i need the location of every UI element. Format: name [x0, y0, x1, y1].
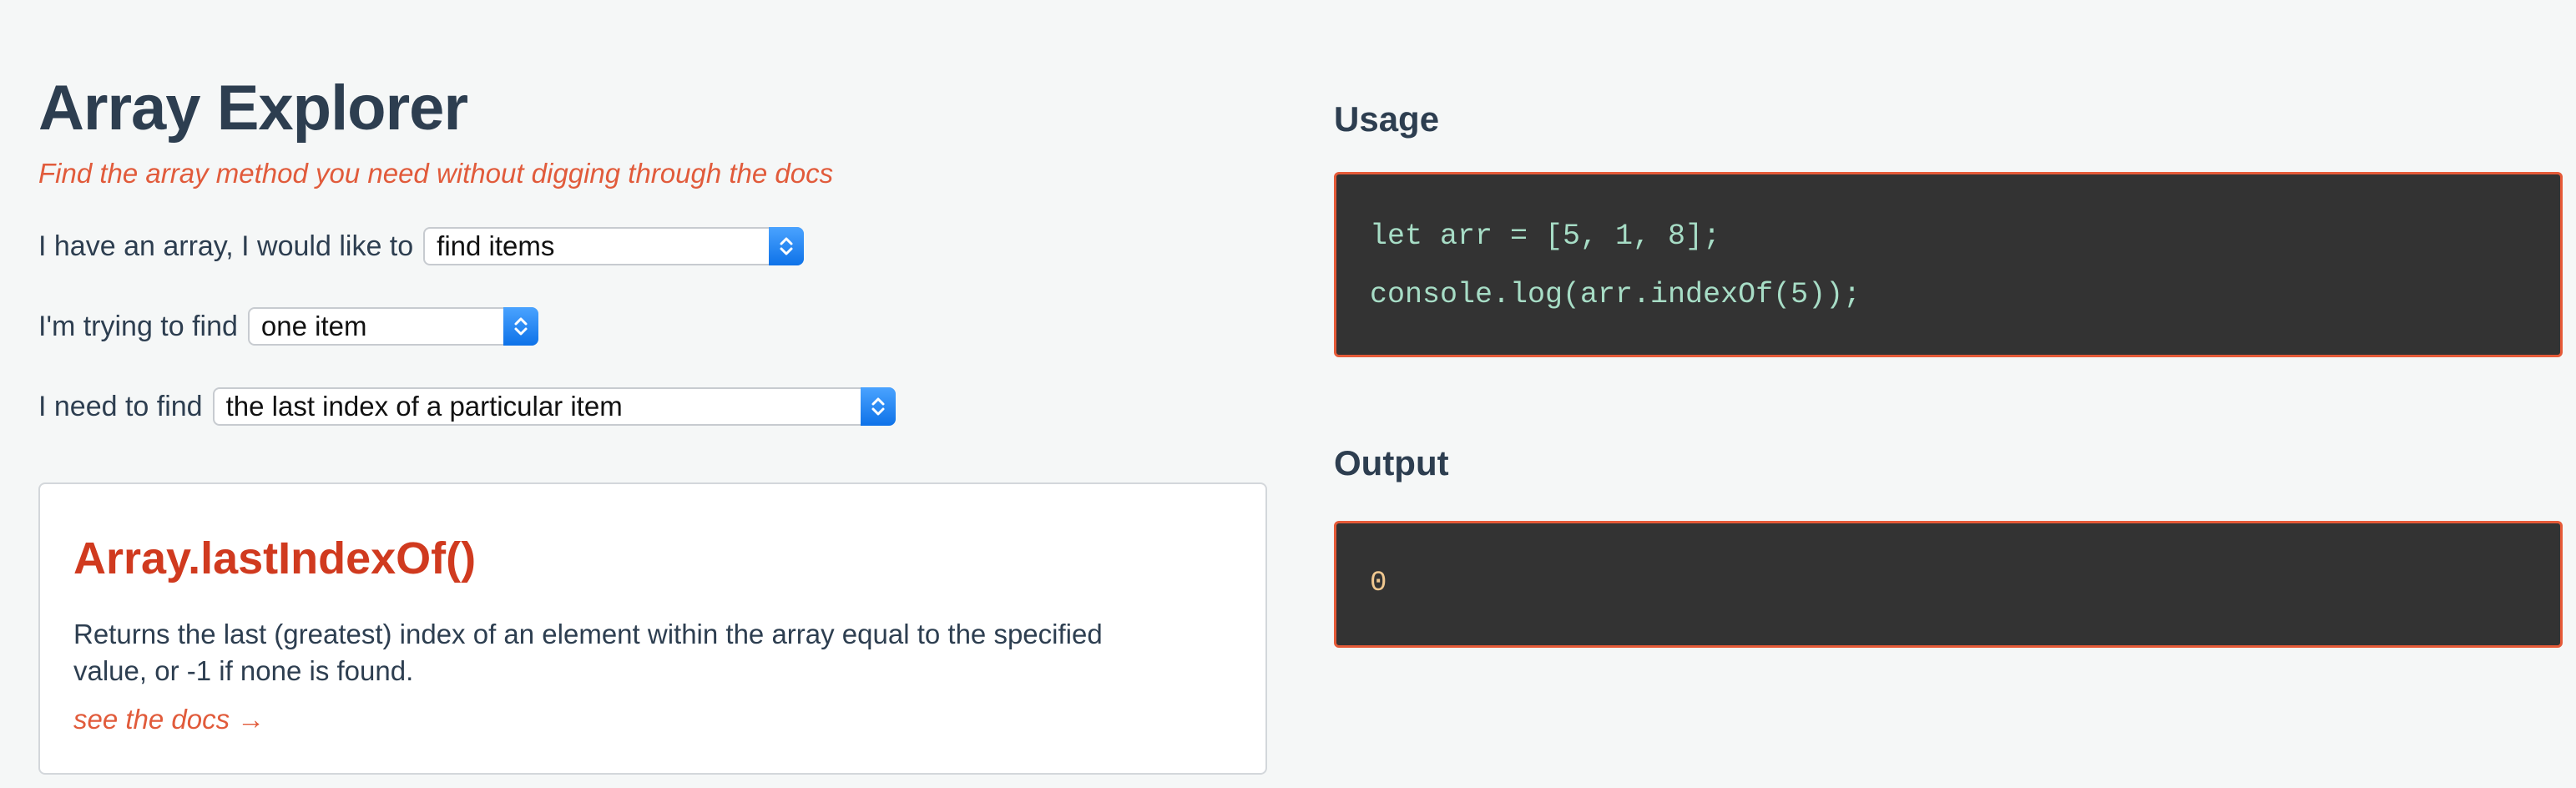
output-value: 0	[1370, 568, 1387, 599]
method-name: Array.lastIndexOf()	[73, 533, 477, 583]
search-target-row: I need to find the last index of a parti…	[38, 386, 896, 427]
array-action-label: I have an array, I would like to	[38, 230, 414, 262]
method-result-card: Array.lastIndexOf() Returns the last (gr…	[38, 482, 1267, 775]
find-scope-selected-value: one item	[260, 311, 367, 341]
page-title: Array Explorer	[38, 73, 468, 144]
output-code-block: 0	[1334, 521, 2563, 648]
find-scope-select[interactable]: one item	[247, 307, 538, 346]
search-target-select[interactable]: the last index of a particular item	[212, 387, 896, 426]
select-chevron-icon[interactable]	[769, 227, 805, 265]
output-heading: Output	[1334, 443, 1449, 482]
search-target-label: I need to find	[38, 391, 203, 422]
array-action-row: I have an array, I would like to find it…	[38, 225, 805, 267]
docs-link[interactable]: see the docs →	[73, 703, 265, 736]
select-chevron-icon[interactable]	[503, 307, 538, 346]
method-description: Returns the last (greatest) index of an …	[73, 619, 1103, 686]
page-subtitle: Find the array method you need without d…	[38, 158, 834, 189]
code-examples-panel: Usage let arr = [5, 1, 8]; console.log(a…	[1334, 0, 2563, 788]
select-chevron-icon[interactable]	[860, 387, 896, 426]
search-target-selected-value: the last index of a particular item	[225, 391, 623, 422]
array-action-selected-value: find items	[437, 230, 555, 261]
explorer-panel: Array Explorer Find the array method you…	[38, 0, 1269, 788]
usage-code-line: let arr = [5, 1, 8];	[1370, 220, 1721, 253]
usage-code-line: console.log(arr.indexOf(5));	[1370, 278, 1861, 311]
usage-code-block: let arr = [5, 1, 8]; console.log(arr.ind…	[1334, 172, 2563, 357]
find-scope-row: I'm trying to find one item	[38, 306, 538, 347]
array-action-select[interactable]: find items	[423, 227, 805, 265]
find-scope-label: I'm trying to find	[38, 311, 238, 342]
usage-heading: Usage	[1334, 99, 1440, 139]
